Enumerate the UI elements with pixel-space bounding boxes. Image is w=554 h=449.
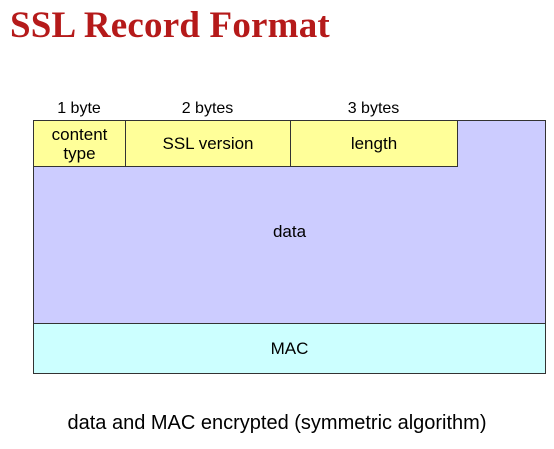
ssl-version-field: SSL version	[125, 120, 291, 167]
mac-label: MAC	[270, 338, 309, 358]
content-type-size-label: 1 byte	[57, 100, 101, 117]
content-type-label-line2: type	[63, 143, 96, 163]
mac-field: MAC	[33, 323, 546, 374]
length-size-label: 3 bytes	[347, 100, 400, 117]
length-label: length	[350, 134, 398, 153]
ssl-version-size-label: 2 bytes	[181, 100, 234, 117]
data-label: data	[272, 222, 307, 241]
length-field: length	[290, 120, 458, 167]
ssl-version-label: SSL version	[162, 134, 254, 153]
content-type-field: content type	[33, 120, 126, 167]
caption: data and MAC encrypted (symmetric algori…	[67, 412, 487, 434]
content-type-label-line1: content	[51, 124, 108, 144]
page-title: SSL Record Format	[10, 5, 330, 46]
